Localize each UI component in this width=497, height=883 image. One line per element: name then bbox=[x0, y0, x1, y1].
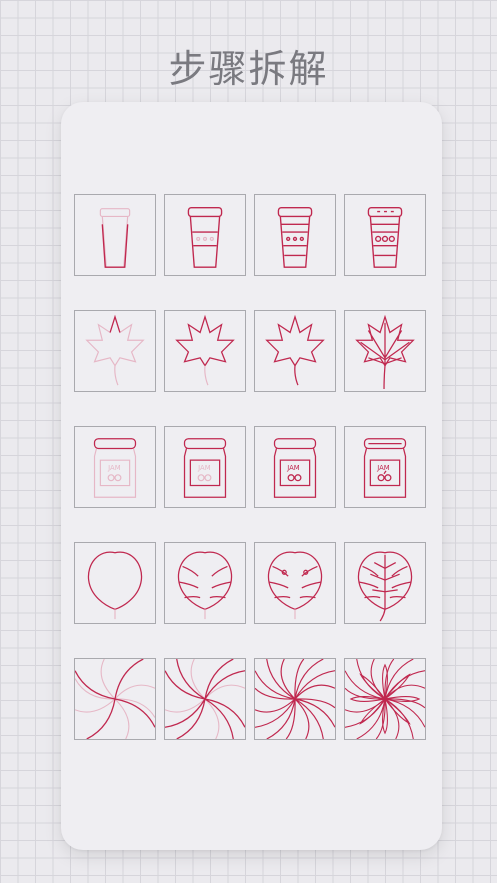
coffee-cup-step-2 bbox=[164, 194, 246, 276]
coffee-cup-icon bbox=[277, 207, 313, 268]
jam-jar-icon: JAM bbox=[363, 438, 407, 498]
maple-leaf-icon bbox=[175, 314, 235, 386]
coffee-cup-step-4 bbox=[344, 194, 426, 276]
monstera-leaf-step-2 bbox=[164, 542, 246, 624]
coffee-cup-icon bbox=[99, 208, 131, 268]
monstera-leaf-step-1 bbox=[74, 542, 156, 624]
maple-leaf-step-1 bbox=[74, 310, 156, 392]
coffee-cup-icon bbox=[367, 207, 403, 268]
maple-leaf-step-2 bbox=[164, 310, 246, 392]
maple-leaf-icon bbox=[85, 314, 145, 386]
monstera-leaf-step-3 bbox=[254, 542, 336, 624]
maple-leaf-step-3 bbox=[254, 310, 336, 392]
jam-jar-step-2: JAM bbox=[164, 426, 246, 508]
monstera-leaf-icon bbox=[267, 551, 323, 620]
monstera-leaf-icon bbox=[177, 551, 233, 620]
steps-card: JAM JAM JAM JAM bbox=[61, 102, 442, 850]
svg-text:JAM: JAM bbox=[107, 464, 121, 472]
swirl-flower-icon bbox=[255, 659, 335, 739]
swirl-flower-step-1 bbox=[74, 658, 156, 740]
maple-leaf-step-4 bbox=[344, 310, 426, 392]
swirl-flower-icon bbox=[75, 659, 155, 739]
page-title: 步骤拆解 bbox=[168, 47, 329, 91]
jam-jar-icon: JAM bbox=[273, 438, 317, 498]
jam-jar-step-3: JAM bbox=[254, 426, 336, 508]
coffee-cup-step-1 bbox=[74, 194, 156, 276]
coffee-cup-step-3 bbox=[254, 194, 336, 276]
swirl-flower-icon bbox=[345, 659, 425, 739]
svg-text:JAM: JAM bbox=[197, 464, 211, 472]
monstera-leaf-step-4 bbox=[344, 542, 426, 624]
jam-jar-icon: JAM bbox=[183, 438, 227, 498]
jam-jar-step-1: JAM bbox=[74, 426, 156, 508]
monstera-leaf-icon bbox=[87, 551, 143, 620]
maple-leaf-icon bbox=[265, 314, 325, 386]
swirl-flower-step-3 bbox=[254, 658, 336, 740]
jam-jar-step-4: JAM bbox=[344, 426, 426, 508]
coffee-cup-icon bbox=[187, 207, 223, 268]
svg-text:JAM: JAM bbox=[376, 464, 390, 472]
maple-leaf-icon bbox=[355, 314, 415, 390]
svg-text:JAM: JAM bbox=[286, 464, 300, 472]
monstera-leaf-icon bbox=[357, 551, 413, 622]
swirl-flower-icon bbox=[165, 659, 245, 739]
swirl-flower-step-4 bbox=[344, 658, 426, 740]
jam-jar-icon: JAM bbox=[93, 438, 137, 498]
swirl-flower-step-2 bbox=[164, 658, 246, 740]
